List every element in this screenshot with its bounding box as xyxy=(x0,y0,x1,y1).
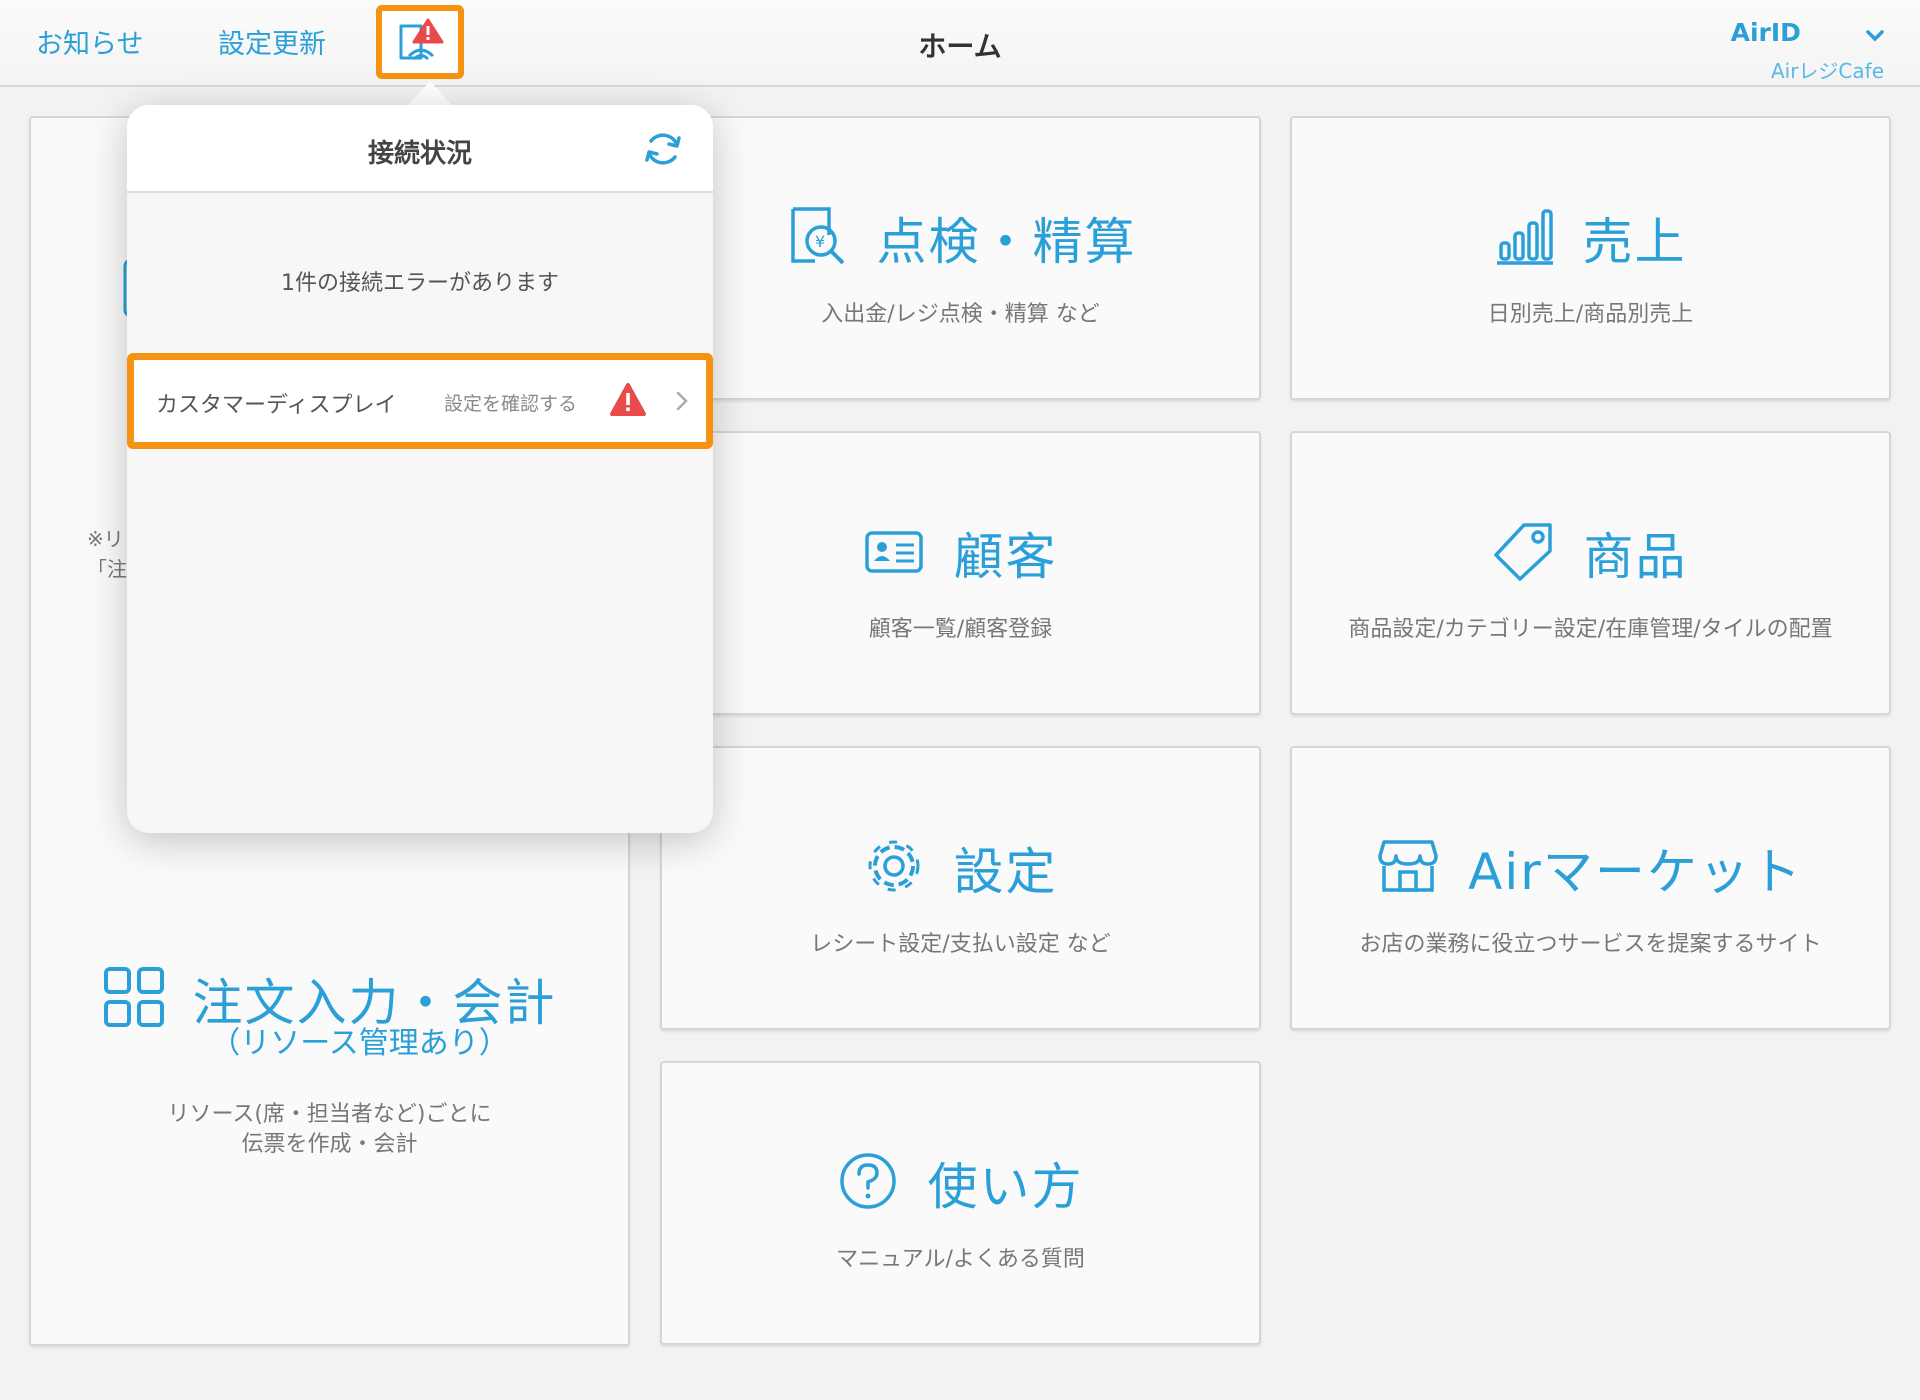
tile-order-subtitle: （リソース管理あり） xyxy=(210,1026,509,1061)
tile-order-desc-line2: 伝票を作成・会計 xyxy=(241,1132,418,1157)
store-icon xyxy=(1378,838,1438,898)
help-icon xyxy=(838,1151,898,1215)
chevron-right-icon xyxy=(675,390,689,416)
connection-error-message: 1件の接続エラーがあります xyxy=(281,271,559,296)
tile-sales-desc: 日別売上/商品別売上 xyxy=(1487,302,1694,327)
tile-customer-title: 顧客 xyxy=(953,528,1058,586)
tile-product-desc: 商品設定/カテゴリー設定/在庫管理/タイルの配置 xyxy=(1348,617,1833,642)
tile-customer[interactable]: 顧客 顧客一覧/顧客登録 xyxy=(660,431,1261,715)
svg-text:¥: ¥ xyxy=(815,232,825,251)
connection-item-customer-display[interactable]: カスタマーディスプレイ 設定を確認する xyxy=(127,353,713,449)
store-name: AirレジCafe xyxy=(1770,59,1884,83)
tile-how-to-desc: マニュアル/よくある質問 xyxy=(836,1247,1085,1272)
warning-icon xyxy=(609,382,647,422)
tile-inspection-title: 点検・精算 xyxy=(876,213,1137,271)
app-root: ※リ 「注 注文入力・会計 （リソース管理あり） リソース(席・担当者など)ごと… xyxy=(0,0,1920,1400)
connection-item-action: 設定を確認する xyxy=(444,393,578,415)
bar-chart-icon xyxy=(1495,207,1553,269)
tile-air-market-desc: お店の業務に役立つサービスを提案するサイト xyxy=(1359,932,1822,957)
chevron-down-icon xyxy=(1866,27,1884,46)
tag-icon xyxy=(1493,521,1554,585)
order-note-partial: ※リ 「注 xyxy=(87,527,127,581)
connection-item-name: カスタマーディスプレイ xyxy=(156,393,397,418)
tile-settings-desc: レシート設定/支払い設定 など xyxy=(810,932,1111,957)
connection-status-popover: 接続状況 1件の接続エラーがあります カスタマーディスプレイ 設定を確認する xyxy=(127,105,713,833)
tile-product[interactable]: 商品 商品設定/カテゴリー設定/在庫管理/タイルの配置 xyxy=(1290,431,1891,715)
popover-title: 接続状況 xyxy=(367,139,472,169)
tile-customer-desc: 顧客一覧/顧客登録 xyxy=(868,617,1053,642)
tile-inspection-desc: 入出金/レジ点検・精算 など xyxy=(821,302,1100,327)
top-header: お知らせ 設定更新 ホーム AirID AirレジCafe xyxy=(0,0,1920,87)
tile-settings-title: 設定 xyxy=(953,843,1058,901)
tile-order-desc-line1: リソース(席・担当者など)ごとに xyxy=(167,1102,492,1127)
tile-sales[interactable]: 売上 日別売上/商品別売上 xyxy=(1290,116,1891,400)
refresh-icon[interactable] xyxy=(643,129,683,173)
register-receipt-icon: ¥ xyxy=(785,205,847,271)
tile-sales-title: 売上 xyxy=(1582,213,1687,271)
popover-arrow xyxy=(408,81,452,105)
popover-header: 接続状況 xyxy=(127,105,713,193)
tile-how-to[interactable]: 使い方 マニュアル/よくある質問 xyxy=(660,1061,1261,1345)
gear-icon xyxy=(864,836,924,900)
tile-air-market-title: Airマーケット xyxy=(1468,843,1803,901)
customer-card-icon xyxy=(864,527,924,579)
account-id: AirID xyxy=(1730,18,1801,47)
tile-inspection[interactable]: ¥ 点検・精算 入出金/レジ点検・精算 など xyxy=(660,116,1261,400)
page-title: ホーム xyxy=(918,30,1002,63)
tile-product-title: 商品 xyxy=(1583,528,1688,586)
tile-settings[interactable]: 設定 レシート設定/支払い設定 など xyxy=(660,746,1261,1030)
account-menu[interactable]: AirID AirレジCafe xyxy=(1731,18,1884,84)
tile-air-market[interactable]: Airマーケット お店の業務に役立つサービスを提案するサイト xyxy=(1290,746,1891,1030)
tile-how-to-title: 使い方 xyxy=(927,1158,1084,1216)
